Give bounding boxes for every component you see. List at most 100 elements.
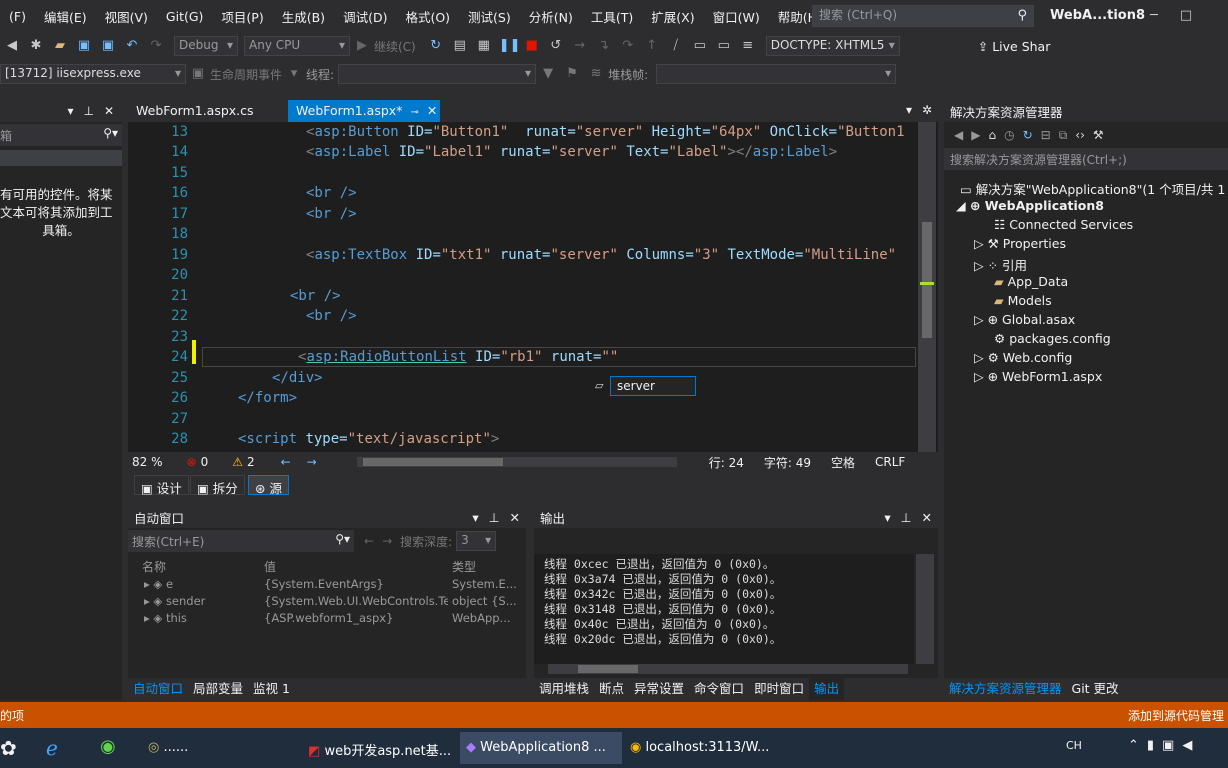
tab-immediate-window[interactable]: 即时窗口 — [749, 678, 809, 700]
doctype-dropdown[interactable]: DOCTYPE: XHTML5 — [765, 36, 900, 56]
tab-source[interactable]: ⊛ 源 — [248, 475, 289, 496]
tab-webform-aspx[interactable]: WebForm1.aspx* ⊸ ✕ — [288, 100, 440, 122]
stack-frame-dropdown[interactable] — [656, 64, 897, 84]
forward-icon[interactable]: → — [382, 534, 392, 548]
uncomment-icon[interactable]: ▭ — [715, 37, 733, 55]
menu-window[interactable]: 窗口(W) — [704, 7, 769, 26]
tree-item[interactable]: ▷ ⊕ Global.asax — [974, 312, 1075, 327]
refresh-icon[interactable]: ↻ — [427, 37, 445, 55]
menu-project[interactable]: 项目(P) — [212, 7, 272, 26]
column-header[interactable]: 类型 — [448, 558, 476, 575]
continue-button[interactable]: 继续(C) — [374, 38, 416, 55]
chevron-down-icon[interactable]: ▾ — [67, 104, 73, 118]
code-area[interactable]: 13 14 15 16 17 18 19 20 21 22 23 24 25 2… — [128, 122, 918, 452]
close-icon[interactable]: ✕ — [922, 510, 932, 525]
window-controls[interactable]: ─□ — [1150, 8, 1228, 26]
refresh-icon[interactable]: ↻ — [1023, 128, 1033, 142]
tab-call-stack[interactable]: 调用堆栈 — [534, 678, 594, 700]
tree-item[interactable]: ☷ Connected Services — [994, 217, 1133, 232]
chevron-down-icon[interactable]: ▾ — [884, 510, 890, 525]
new-project-icon[interactable]: ✱ — [27, 37, 45, 55]
project-node[interactable]: ◢ ⊕ WebApplication8 — [956, 198, 1104, 213]
nav-icon[interactable]: ◀ — [3, 37, 21, 55]
taskbar-item[interactable]: ◉ localhost:3113/W... — [624, 732, 784, 764]
tree-item[interactable]: ⚙ packages.config — [994, 331, 1111, 346]
table-row[interactable]: ▸ ◈ this {ASP.webform1_aspx} WebApp... — [128, 609, 526, 626]
flag-icon[interactable]: ⚑ — [563, 65, 581, 83]
menu-build[interactable]: 生成(B) — [273, 7, 334, 26]
tab-watch[interactable]: 监视 1 — [248, 678, 295, 700]
show-all-icon[interactable]: ⧉ — [1059, 128, 1068, 143]
tree-item[interactable]: ▰ App_Data — [994, 274, 1068, 289]
horizontal-scrollbar[interactable] — [356, 457, 677, 467]
tray-icons[interactable]: ⌃▮▣◀ — [1128, 738, 1200, 753]
intellisense-item[interactable]: server — [617, 379, 655, 393]
process-dropdown[interactable]: [13712] iisexpress.exe — [0, 64, 186, 84]
source-control-button[interactable]: 添加到源代码管理 — [1128, 707, 1224, 724]
search-input[interactable]: 搜索 (Ctrl+Q) ⚲ — [812, 5, 1034, 27]
menu-edit[interactable]: 编辑(E) — [35, 7, 96, 26]
step-into-icon[interactable]: ↴ — [595, 37, 613, 55]
tab-split[interactable]: ▣ 拆分 — [190, 475, 245, 496]
output-text[interactable]: 线程 0xcec 已退出，返回值为 0 (0x0)。 线程 0x3a74 已退出… — [534, 554, 914, 664]
comment-icon[interactable]: ▭ — [691, 37, 709, 55]
menu-view[interactable]: 视图(V) — [96, 7, 157, 26]
tree-item[interactable]: ▷ ⊕ WebForm1.aspx — [974, 369, 1102, 384]
filter-icon[interactable]: ▼ — [539, 65, 557, 83]
continue-icon[interactable]: ▶ — [353, 37, 371, 55]
pin-icon[interactable]: ⊸ — [410, 107, 418, 118]
menu-test[interactable]: 测试(S) — [459, 7, 520, 26]
tab-locals[interactable]: 局部变量 — [188, 678, 248, 700]
ime-indicator[interactable]: CH — [1066, 739, 1082, 752]
pin-icon[interactable]: ⊥ — [83, 104, 93, 118]
pin-icon[interactable]: ⊥ — [901, 510, 912, 525]
autos-search[interactable]: 搜索(Ctrl+E) ⚲▾ — [128, 530, 354, 552]
tab-git-changes[interactable]: Git 更改 — [1067, 678, 1124, 700]
back-icon[interactable]: ← — [364, 534, 374, 548]
home-icon[interactable]: ⌂ — [988, 128, 996, 142]
screenshot-icon[interactable]: ▦ — [475, 37, 493, 55]
undo-icon[interactable]: ↶ — [123, 37, 141, 55]
live-share-button[interactable]: ⇪ Live Shar — [978, 39, 1051, 54]
tab-solution-explorer[interactable]: 解决方案资源管理器 — [944, 678, 1067, 700]
tree-item[interactable]: ▷ ⚒ Properties — [974, 236, 1066, 251]
tab-command-window[interactable]: 命令窗口 — [689, 678, 749, 700]
back-icon[interactable]: ← — [281, 455, 291, 469]
menu-git[interactable]: Git(G) — [157, 9, 213, 24]
open-icon[interactable]: ▰ — [51, 37, 69, 55]
tab-output[interactable]: 输出 — [809, 678, 845, 700]
tab-webform-cs[interactable]: WebForm1.aspx.cs — [128, 100, 288, 122]
history-icon[interactable]: ◷ — [1004, 128, 1014, 142]
tab-list-icon[interactable]: ▾ — [906, 103, 912, 117]
start-icon[interactable]: ✿ — [0, 736, 17, 760]
folder-icon[interactable]: ▤ — [451, 37, 469, 55]
code-icon[interactable]: ‹› — [1075, 128, 1085, 142]
menu-tools[interactable]: 工具(T) — [582, 7, 642, 26]
format-icon[interactable]: ≡ — [739, 37, 757, 55]
column-header[interactable]: 值 — [260, 558, 448, 575]
wrench-icon[interactable]: ⚒ — [1093, 128, 1104, 142]
breakpoint-icon[interactable]: ⧸ — [667, 37, 685, 55]
step-over-icon[interactable]: ↷ — [619, 37, 637, 55]
chevron-down-icon[interactable]: ▾ — [472, 510, 478, 525]
taskbar-item[interactable]: ◆ WebApplication8 ... — [460, 732, 622, 764]
error-count[interactable]: 0 — [201, 455, 209, 469]
collapse-icon[interactable]: ⊟ — [1041, 128, 1051, 142]
solution-root[interactable]: ▭ 解决方案"WebApplication8"(1 个项目/共 1 个 — [960, 179, 1228, 198]
back-icon[interactable]: ◀ — [954, 128, 963, 142]
lifecycle-events-button[interactable]: 生命周期事件 — [210, 66, 282, 83]
zoom-level[interactable]: 82 % — [132, 455, 163, 469]
menu-file[interactable]: (F) — [0, 9, 35, 24]
save-icon[interactable]: ▣ — [75, 37, 93, 55]
step-out-icon[interactable]: ↑ — [643, 37, 661, 55]
tree-item[interactable]: ▰ Models — [994, 293, 1052, 308]
platform-dropdown[interactable]: Any CPU — [244, 36, 350, 56]
menu-extensions[interactable]: 扩展(X) — [642, 7, 703, 26]
warning-count[interactable]: 2 — [247, 455, 255, 469]
table-row[interactable]: ▸ ◈ sender {System.Web.UI.WebControls.Te.… — [128, 592, 526, 609]
tree-item[interactable]: ▷ ⁘ 引用 — [974, 255, 1027, 274]
intellisense-popup[interactable]: ▱ server — [595, 376, 696, 396]
tab-design[interactable]: ▣ 设计 — [134, 475, 189, 496]
close-icon[interactable]: ✕ — [104, 104, 114, 118]
editor-scrollbar[interactable] — [918, 122, 936, 452]
